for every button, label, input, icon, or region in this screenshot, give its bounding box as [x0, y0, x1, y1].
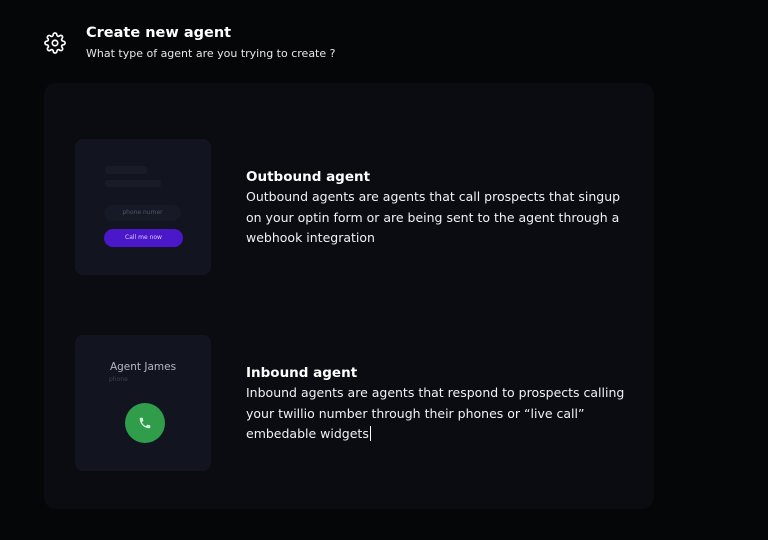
inbound-agent-option[interactable]: Agent James phone Inbound agent Inbound … [44, 335, 654, 475]
inbound-agent-description: Inbound agents are agents that respond t… [246, 385, 625, 441]
inbound-agent-title: Inbound agent [246, 365, 358, 381]
phone-number-input-preview: phone numer [104, 205, 181, 221]
create-agent-page: Create new agent What type of agent are … [0, 0, 768, 540]
outbound-agent-option[interactable]: phone numer Call me now Outbound agent O… [44, 139, 654, 279]
agent-type-panel: phone numer Call me now Outbound agent O… [44, 83, 654, 509]
skeleton-line [105, 166, 147, 174]
text-cursor [369, 426, 371, 441]
outbound-agent-title: Outbound agent [246, 169, 371, 185]
page-title: Create new agent [86, 25, 232, 41]
skeleton-line [105, 180, 161, 187]
agent-name-preview: Agent James [109, 361, 177, 373]
outbound-preview-card[interactable]: phone numer Call me now [75, 139, 211, 275]
inbound-preview-card[interactable]: Agent James phone [75, 335, 211, 471]
page-subtitle: What type of agent are you trying to cre… [86, 47, 336, 60]
agent-sub-preview: phone [109, 376, 128, 383]
gear-icon[interactable] [44, 32, 66, 54]
call-me-now-button-preview: Call me now [104, 229, 183, 247]
outbound-agent-description: Outbound agents are agents that call pro… [246, 189, 621, 245]
page-header: Create new agent What type of agent are … [44, 24, 335, 61]
call-button-preview [125, 403, 165, 443]
phone-icon [139, 417, 151, 429]
